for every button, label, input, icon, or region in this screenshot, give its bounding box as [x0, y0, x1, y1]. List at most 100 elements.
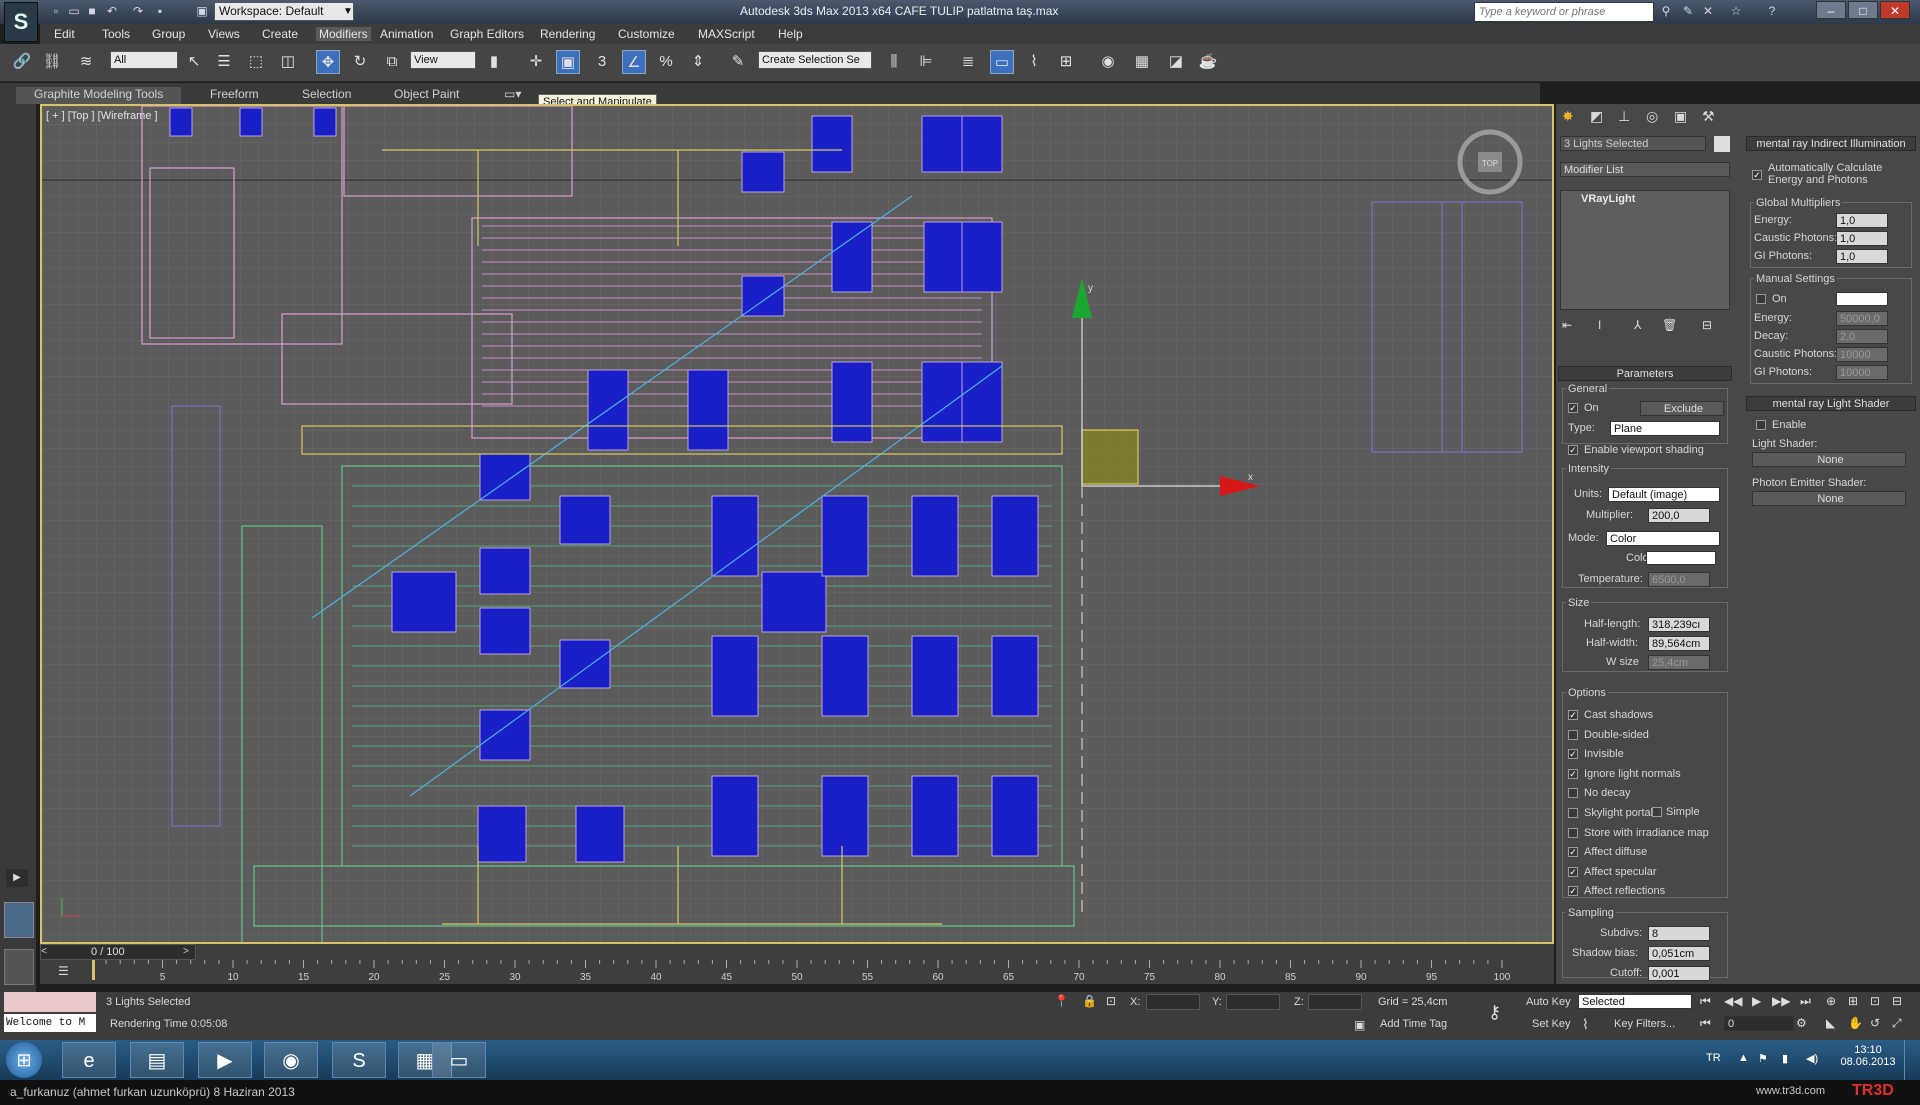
zoom-extents-all-icon[interactable]: ⊟	[1892, 994, 1902, 1008]
maxscript-input[interactable]: Welcome to M	[4, 1014, 96, 1032]
shadow-bias-field[interactable]: 0,051cm	[1648, 946, 1710, 961]
menu-graph-editors[interactable]: Graph Editors	[450, 27, 524, 41]
menu-animation[interactable]: Animation	[380, 27, 433, 41]
language-indicator[interactable]: TR	[1706, 1052, 1721, 1064]
save-file-icon[interactable]: ■	[84, 3, 100, 19]
start-button-icon[interactable]: ⊞	[6, 1042, 42, 1078]
auto-key-button[interactable]: Auto Key	[1526, 996, 1571, 1008]
spinner-snap-icon[interactable]: ⇕	[686, 50, 710, 74]
rollout-mr-indirect[interactable]: mental ray Indirect Illumination	[1746, 136, 1916, 151]
zoom-icon[interactable]: ⊕	[1826, 994, 1836, 1008]
viewport-label[interactable]: [ + ] [Top ] [Wireframe ]	[46, 110, 158, 122]
shader-enable-checkbox[interactable]	[1756, 420, 1766, 430]
create-tab-icon[interactable]: ✸	[1562, 108, 1574, 125]
menu-help[interactable]: Help	[778, 27, 803, 41]
option-checkbox[interactable]	[1568, 827, 1578, 838]
graphite-toggle-icon[interactable]: ▭	[990, 50, 1014, 74]
time-prev-icon[interactable]: <	[41, 946, 47, 957]
option-checkbox[interactable]: ✓	[1568, 886, 1578, 897]
workspace-selector[interactable]: Workspace: Default	[214, 2, 354, 21]
new-file-icon[interactable]: ▫	[48, 3, 64, 19]
manual-color-swatch[interactable]	[1836, 292, 1888, 306]
open-file-icon[interactable]: ▭	[66, 3, 82, 19]
add-time-tag[interactable]: Add Time Tag	[1380, 1018, 1447, 1030]
modify-tab-icon[interactable]: ◩	[1590, 108, 1603, 125]
selection-name-field[interactable]: 3 Lights Selected	[1560, 136, 1706, 151]
zoom-all-icon[interactable]: ⊞	[1848, 994, 1858, 1008]
display-tab-icon[interactable]: ▣	[1674, 108, 1687, 125]
time-next-icon[interactable]: >	[183, 946, 189, 957]
file-explorer-icon[interactable]: ▤	[130, 1042, 184, 1078]
select-and-rotate-icon[interactable]: ↻	[348, 50, 372, 74]
3dsmax-taskbar-icon[interactable]: S	[332, 1042, 386, 1078]
subscription-icon[interactable]: ✎	[1680, 3, 1696, 19]
timeline-ruler[interactable]: 0510152025303540455055606570758085909510…	[92, 960, 1552, 984]
option-checkbox[interactable]: ✓	[1568, 866, 1578, 877]
goto-end-icon[interactable]: ⏭	[1800, 994, 1811, 1009]
select-by-name-icon[interactable]: ☰	[212, 50, 236, 74]
render-production-icon[interactable]: ☕	[1196, 50, 1220, 74]
clock[interactable]: 13:10 08.06.2013	[1838, 1044, 1898, 1068]
rect-selection-icon[interactable]: ⬚	[244, 50, 268, 74]
w-size-field[interactable]: 25,4cm	[1648, 655, 1710, 670]
percent-snap-icon[interactable]: %	[654, 50, 678, 74]
key-icon[interactable]: ⚷	[1488, 1002, 1501, 1023]
z-coordinate-field[interactable]	[1308, 994, 1362, 1010]
multiplier-field[interactable]: 200,0	[1648, 508, 1710, 523]
curve-editor-icon[interactable]: ⌇	[1022, 50, 1046, 74]
project-folder-icon[interactable]: ▣	[194, 3, 210, 19]
communication-icon[interactable]: ✕	[1700, 3, 1716, 19]
redo-icon[interactable]: ↷	[130, 3, 146, 19]
chevron-down-icon[interactable]: ▼	[342, 2, 354, 21]
viewport-shading-checkbox[interactable]: ✓	[1568, 445, 1578, 455]
half-width-field[interactable]: 89,564cm	[1648, 636, 1710, 651]
absolute-mode-icon[interactable]: ⊡	[1106, 994, 1116, 1008]
auto-calc-checkbox[interactable]: ✓	[1752, 170, 1762, 180]
orbit-icon[interactable]: ↺	[1870, 1016, 1880, 1030]
rollout-mr-light-shader[interactable]: mental ray Light Shader	[1746, 396, 1916, 411]
remove-modifier-icon[interactable]: 🗑	[1662, 318, 1677, 332]
expand-arrow-icon[interactable]: ▶	[6, 869, 28, 887]
zoom-extents-icon[interactable]: ⊡	[1870, 994, 1880, 1008]
snaps-toggle-icon[interactable]: 3	[590, 50, 614, 74]
flag-icon[interactable]: ⚑	[1758, 1052, 1768, 1065]
photon-shader-button[interactable]: None	[1752, 491, 1906, 506]
angle-snap-icon[interactable]: ∠	[622, 50, 646, 74]
select-manipulate-icon[interactable]: ✛	[524, 50, 548, 74]
next-frame-icon[interactable]: ▶▶	[1772, 994, 1790, 1008]
volume-icon[interactable]: ◀)	[1806, 1052, 1818, 1065]
tab-object-paint[interactable]: Object Paint	[394, 87, 459, 101]
viewport-top[interactable]: y x TOP [ + ] [Top ] [Wireframe ]	[40, 104, 1554, 944]
rollout-parameters[interactable]: Parameters	[1558, 366, 1732, 381]
layer-manager-icon[interactable]: ≣	[956, 50, 980, 74]
search-binoculars-icon[interactable]: ⚲	[1658, 3, 1674, 19]
set-key-icon[interactable]: ⌇	[1582, 1016, 1589, 1033]
rendered-frame-icon[interactable]: ◪	[1164, 50, 1188, 74]
menu-views[interactable]: Views	[208, 27, 240, 41]
material-editor-icon[interactable]: ◉	[1096, 50, 1120, 74]
mirror-icon[interactable]: ⫼	[882, 50, 906, 74]
option-checkbox[interactable]: ✓	[1568, 710, 1578, 720]
manual-setting-field[interactable]: 10000	[1836, 347, 1888, 362]
track-bar-icon[interactable]: ☰	[58, 964, 82, 982]
mode-dropdown[interactable]: Color	[1606, 531, 1720, 546]
maxscript-listener-mini[interactable]	[4, 992, 96, 1012]
ribbon-options-icon[interactable]: ▭▾	[504, 87, 521, 101]
show-end-result-icon[interactable]: I	[1598, 318, 1601, 332]
minimize-icon[interactable]: –	[1816, 1, 1846, 19]
pivot-center-icon[interactable]: ▮	[482, 50, 506, 74]
color-swatch[interactable]	[1646, 551, 1716, 565]
half-length-field[interactable]: 318,239cı	[1648, 617, 1710, 632]
global-multiplier-field[interactable]: 1,0	[1836, 213, 1888, 228]
image-viewer-icon[interactable]: ▭	[432, 1042, 486, 1078]
current-frame-field[interactable]: 0	[1724, 1016, 1794, 1031]
internet-explorer-icon[interactable]: e	[62, 1042, 116, 1078]
render-setup-icon[interactable]: ▦	[1130, 50, 1154, 74]
select-object-icon[interactable]: ↖	[182, 50, 206, 74]
edit-named-selection-icon[interactable]: ✎	[726, 50, 750, 74]
tray-arrow-icon[interactable]: ▲	[1738, 1052, 1749, 1064]
align-icon[interactable]: ⊫	[914, 50, 938, 74]
time-slider[interactable]: < 0 / 100 >	[40, 944, 196, 960]
time-config-icon[interactable]: ⚙	[1796, 1016, 1807, 1030]
on-checkbox[interactable]: ✓	[1568, 403, 1578, 413]
